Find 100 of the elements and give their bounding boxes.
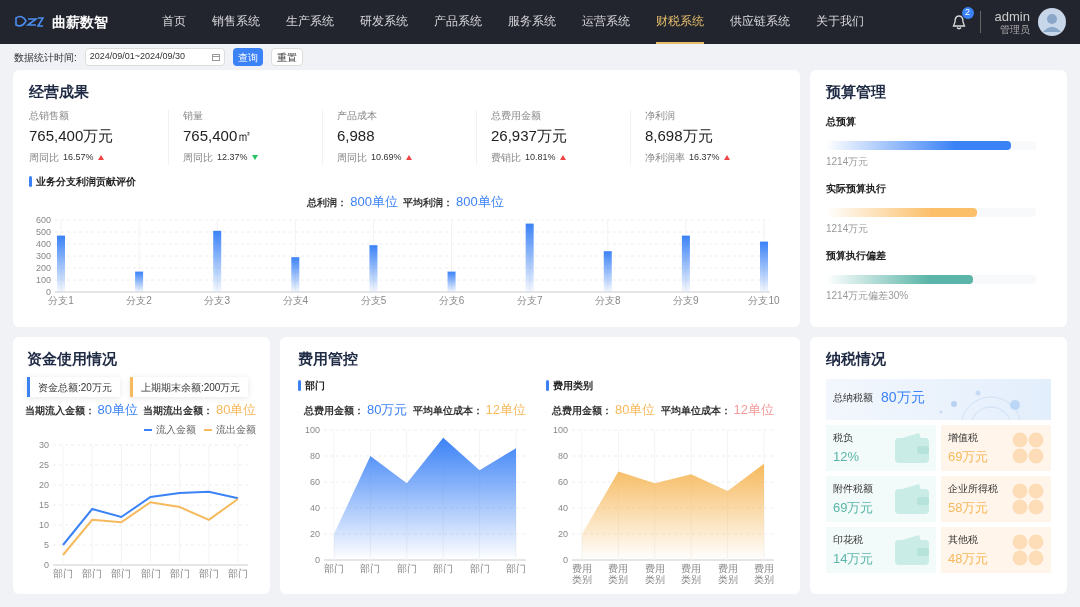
clover-icon — [1012, 483, 1044, 515]
filter-button[interactable]: 查询 — [232, 48, 263, 66]
nav-tab[interactable]: 生产系统 — [286, 0, 334, 44]
axis-tick-label: 300 — [35, 250, 51, 261]
summary-value: 80单位 — [615, 402, 656, 418]
summary-label: 平均利润： — [403, 195, 453, 210]
summary-value: 80单位 — [97, 402, 138, 418]
axis-tick-label: 0 — [315, 555, 320, 565]
budget-note: 1214万元 — [826, 155, 870, 169]
wallet-icon — [895, 535, 929, 565]
tax-label: 附件税额 — [833, 481, 874, 496]
bar — [291, 256, 300, 292]
bar — [603, 250, 612, 292]
axis-tick-label: 20 — [558, 529, 568, 539]
change-label: 费销比 — [491, 151, 521, 164]
logo-icon — [14, 15, 44, 29]
axis-category-label: 部门 — [169, 568, 190, 579]
nav-tab[interactable]: 供应链系统 — [730, 0, 790, 44]
legend-swatch — [204, 428, 212, 431]
axis-category-label: 部门 — [228, 568, 248, 579]
axis-tick-label: 0 — [563, 555, 568, 565]
nav-tab[interactable]: 财税系统 — [656, 0, 704, 44]
axis-tick-label: 500 — [35, 226, 51, 237]
user-name: admin — [994, 9, 1030, 23]
tax-value: 69万元 — [833, 498, 874, 517]
axis-category-label: 费用类别 — [754, 563, 774, 584]
nav-tab[interactable]: 首页 — [162, 0, 186, 44]
change-value: 12.37% — [217, 151, 248, 164]
filter-label: 数据统计时间: — [14, 50, 77, 65]
axis-tick-label: 400 — [35, 238, 51, 249]
nav-tab[interactable]: 服务系统 — [508, 0, 556, 44]
change-label: 周同比 — [183, 151, 213, 164]
axis-tick-label: 40 — [558, 503, 568, 513]
axis-category-label: 分支5 — [360, 294, 387, 306]
change-label: 周同比 — [337, 151, 367, 164]
axis-tick-label: 20 — [39, 480, 49, 490]
axis-tick-label: 10 — [39, 520, 49, 530]
metric-value: 26,937万元 — [491, 127, 568, 145]
axis-category-label: 分支4 — [282, 294, 309, 306]
axis-tick-label: 100 — [552, 425, 568, 435]
axis-tick-label: 100 — [35, 274, 51, 285]
filter-button[interactable]: 重置 — [270, 48, 303, 66]
axis-category-label: 部门 — [469, 563, 490, 574]
axis-tick-label: 200 — [35, 262, 51, 273]
app-name: 曲薪数智 — [52, 12, 108, 32]
bar — [525, 223, 534, 292]
axis-tick-label: 25 — [39, 460, 49, 470]
axis-category-label: 部门 — [140, 568, 161, 579]
wallet-icon — [895, 484, 929, 514]
bar — [447, 271, 456, 292]
card-title: 预算管理 — [826, 82, 887, 102]
legend-label: 流出金额 — [216, 423, 256, 437]
avatar-icon[interactable] — [1038, 8, 1066, 36]
metric-label: 总费用金额 — [491, 110, 542, 122]
nav-tab[interactable]: 销售系统 — [212, 0, 260, 44]
change-value: 16.57% — [63, 151, 94, 164]
axis-category-label: 分支7 — [516, 294, 543, 306]
summary-label: 总费用金额： — [304, 404, 365, 418]
legend-swatch — [144, 428, 152, 431]
bar — [681, 235, 690, 292]
axis-tick-label: 0 — [44, 560, 49, 570]
axis-category-label: 费用类别 — [681, 563, 702, 584]
section-title: 部门 — [305, 379, 325, 392]
bar — [135, 271, 144, 292]
axis-category-label: 分支9 — [673, 294, 699, 306]
summary-value: 80万元 — [367, 402, 408, 418]
bar — [369, 244, 378, 292]
axis-category-label: 分支3 — [204, 294, 230, 306]
axis-category-label: 费用类别 — [644, 563, 665, 584]
axis-category-label: 部门 — [324, 563, 344, 574]
total-tax-label: 总纳税额 — [833, 391, 873, 405]
nav-tab[interactable]: 研发系统 — [360, 0, 408, 44]
axis-category-label: 分支1 — [48, 294, 74, 306]
nav-tab[interactable]: 运营系统 — [582, 0, 630, 44]
summary-value: 800单位 — [456, 193, 504, 210]
section-title: 费用类别 — [553, 379, 593, 392]
section-title: 业务分支利润贡献评价 — [36, 174, 136, 188]
card-title: 费用管控 — [298, 349, 359, 369]
total-tax-value: 80万元 — [881, 388, 925, 407]
card-title: 纳税情况 — [826, 349, 887, 369]
metric-value: 8,698万元 — [645, 127, 714, 145]
date-range-field[interactable]: 2024/09/01~2024/09/30 — [84, 48, 225, 66]
axis-tick-label: 80 — [310, 451, 320, 461]
card-title: 经营成果 — [29, 82, 90, 102]
tax-label: 印花税 — [833, 532, 864, 547]
tax-label: 税负 — [833, 430, 854, 445]
calendar-icon — [211, 53, 220, 61]
metric-label: 销量 — [183, 110, 204, 122]
axis-tick-label: 0 — [46, 286, 51, 297]
axis-category-label: 部门 — [82, 568, 103, 579]
change-value: 16.37% — [689, 151, 720, 164]
axis-category-label: 部门 — [198, 568, 219, 579]
metric-label: 产品成本 — [337, 110, 378, 122]
bell-icon[interactable] — [951, 14, 966, 30]
budget-label: 实际预算执行 — [826, 182, 887, 196]
nav-tab[interactable]: 产品系统 — [434, 0, 482, 44]
tax-value: 12% — [833, 447, 860, 466]
budget-note: 1214万元 — [826, 222, 870, 236]
stat-text: 上期期末余额:200万元 — [140, 380, 241, 395]
nav-tab[interactable]: 关于我们 — [816, 0, 864, 44]
